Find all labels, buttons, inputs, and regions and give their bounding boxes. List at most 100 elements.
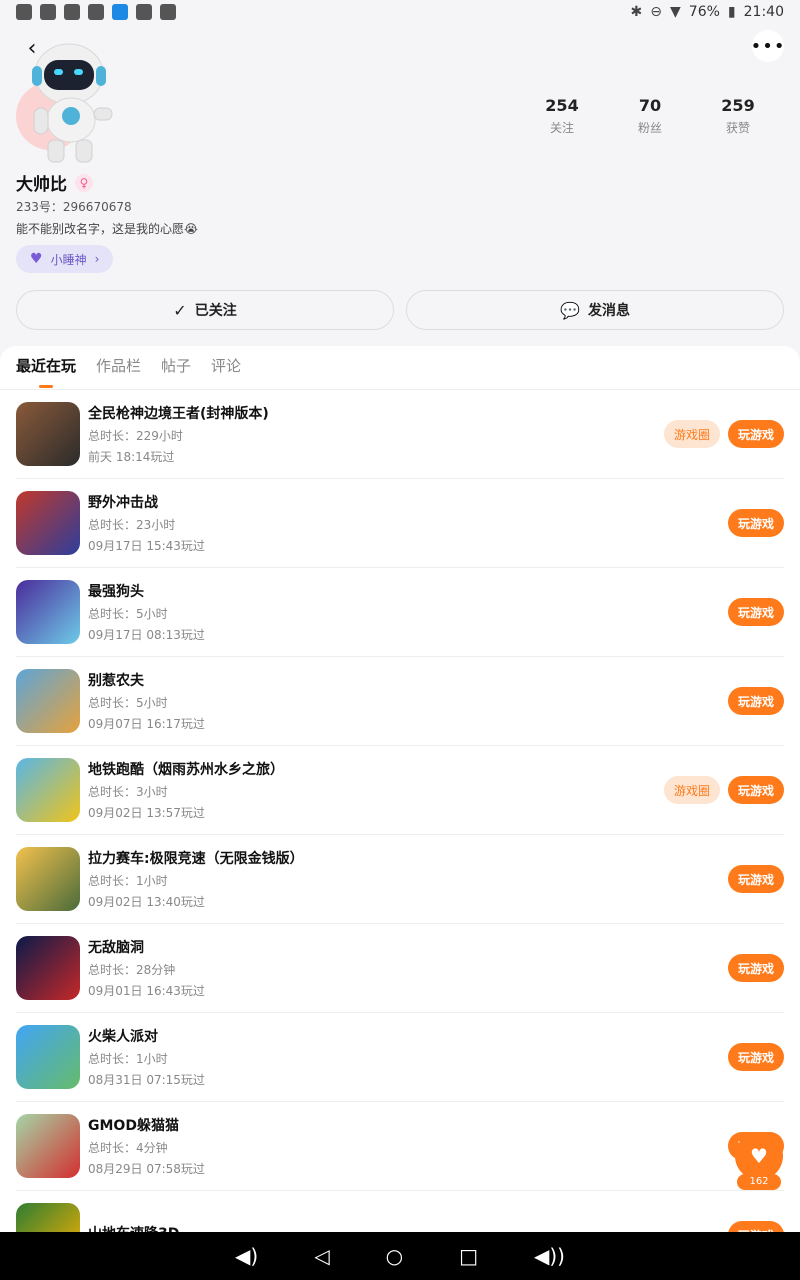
game-icon[interactable]: [16, 1203, 80, 1232]
game-title: 最强狗头: [88, 584, 144, 600]
game-row[interactable]: 山地车速降3D 玩游戏: [16, 1191, 784, 1232]
play-game-button[interactable]: 玩游戏: [727, 1043, 784, 1071]
game-icon[interactable]: [16, 402, 80, 466]
game-icon[interactable]: [16, 1114, 80, 1178]
game-row[interactable]: 最强狗头 总时长：5小时 09月17日 08:13玩过 玩游戏: [16, 568, 784, 657]
play-game-button[interactable]: 玩游戏: [727, 1221, 784, 1232]
home-nav-icon[interactable]: ○: [386, 1244, 403, 1268]
volume-down-icon[interactable]: ◀): [235, 1244, 258, 1268]
play-game-button[interactable]: 玩游戏: [727, 865, 784, 893]
dnd-icon: ⊖: [650, 4, 663, 20]
game-last-played: 09月07日 16:17玩过: [88, 717, 205, 731]
stat-likes[interactable]: 259 获赞: [716, 96, 760, 136]
bluetooth-icon: ✱: [630, 4, 643, 20]
title-badge[interactable]: ♥ 小睡神 ›: [16, 245, 114, 273]
app-notification-icon: [16, 4, 32, 20]
clock: 21:40: [743, 4, 784, 20]
message-button[interactable]: 💬 发消息: [406, 290, 784, 330]
game-info: 全民枪神边境王者(封神版本) 总时长：229小时 前天 18:14玩过: [88, 403, 664, 465]
play-game-button[interactable]: 玩游戏: [727, 776, 784, 804]
game-info: 山地车速降3D: [88, 1223, 728, 1232]
tab-posts[interactable]: 帖子: [161, 355, 191, 380]
volume-up-icon[interactable]: ◀)): [534, 1244, 565, 1268]
message-label: 发消息: [587, 303, 630, 319]
game-row[interactable]: GMOD躲猫猫 总时长：4分钟 08月29日 07:58玩过 玩游戏: [16, 1102, 784, 1191]
game-duration: 总时长：23小时: [88, 518, 176, 532]
stat-label: 获赞: [725, 121, 750, 135]
game-circle-button[interactable]: 游戏圈: [663, 776, 720, 804]
follow-button[interactable]: ✓ 已关注: [16, 290, 394, 330]
recents-nav-icon[interactable]: □: [459, 1244, 478, 1268]
chevron-left-icon: ‹: [27, 35, 37, 61]
play-game-button[interactable]: 玩游戏: [727, 509, 784, 537]
game-title: 别惹农夫: [88, 673, 144, 689]
game-info: GMOD躲猫猫 总时长：4分钟 08月29日 07:58玩过: [88, 1115, 728, 1177]
play-game-button[interactable]: 玩游戏: [727, 687, 784, 715]
nickname-row: 大帅比 ♀: [16, 170, 93, 195]
chevron-right-icon: ›: [94, 252, 100, 266]
game-icon[interactable]: [16, 491, 80, 555]
game-row[interactable]: 别惹农夫 总时长：5小时 09月07日 16:17玩过 玩游戏: [16, 657, 784, 746]
profile-stats: 254 关注 70 粉丝 259 获赞: [540, 96, 760, 136]
game-duration: 总时长：5小时: [88, 696, 168, 710]
game-duration: 总时长：1小时: [88, 1052, 168, 1066]
like-fab[interactable]: ♥ 162: [734, 1132, 784, 1194]
game-circle-button[interactable]: 游戏圈: [663, 420, 720, 448]
status-bar: ✱ ⊖ ▼ 76% ▮ 21:40: [0, 0, 800, 24]
game-last-played: 09月17日 08:13玩过: [88, 628, 205, 642]
game-actions: 玩游戏: [727, 598, 784, 626]
activity-icon: [136, 4, 152, 20]
game-row[interactable]: 野外冲击战 总时长：23小时 09月17日 15:43玩过 玩游戏: [16, 479, 784, 568]
game-last-played: 09月01日 16:43玩过: [88, 984, 205, 998]
tab-works[interactable]: 作品栏: [96, 355, 141, 380]
chat-icon: 💬: [560, 300, 580, 320]
game-duration: 总时长：1小时: [88, 874, 168, 888]
game-last-played: 08月29日 07:58玩过: [88, 1162, 205, 1176]
game-last-played: 09月02日 13:57玩过: [88, 806, 205, 820]
wifi-icon: ▼: [670, 4, 681, 20]
game-info: 别惹农夫 总时长：5小时 09月07日 16:17玩过: [88, 670, 728, 732]
game-icon[interactable]: [16, 758, 80, 822]
game-row[interactable]: 火柴人派对 总时长：1小时 08月31日 07:15玩过 玩游戏: [16, 1013, 784, 1102]
stat-following[interactable]: 254 关注: [540, 96, 584, 136]
female-icon: ♀: [75, 173, 93, 192]
play-game-button[interactable]: 玩游戏: [727, 954, 784, 982]
game-actions: 玩游戏: [727, 954, 784, 982]
more-button[interactable]: •••: [751, 30, 784, 62]
heart-icon: ♥: [30, 251, 43, 267]
game-info: 火柴人派对 总时长：1小时 08月31日 07:15玩过: [88, 1026, 728, 1088]
game-icon[interactable]: [16, 580, 80, 644]
game-row[interactable]: 全民枪神边境王者(封神版本) 总时长：229小时 前天 18:14玩过 游戏圈玩…: [16, 390, 784, 479]
back-nav-icon[interactable]: ◁: [314, 1244, 329, 1268]
game-row[interactable]: 无敌脑洞 总时长：28分钟 09月01日 16:43玩过 玩游戏: [16, 924, 784, 1013]
game-icon[interactable]: [16, 1025, 80, 1089]
play-game-button[interactable]: 玩游戏: [727, 598, 784, 626]
game-duration: 总时长：229小时: [88, 429, 183, 443]
back-button[interactable]: ‹: [16, 32, 48, 64]
game-row[interactable]: 拉力赛车:极限竞速（无限金钱版） 总时长：1小时 09月02日 13:40玩过 …: [16, 835, 784, 924]
game-last-played: 前天 18:14玩过: [88, 450, 175, 464]
game-actions: 玩游戏: [727, 509, 784, 537]
follow-label: 已关注: [194, 303, 237, 319]
stat-label: 粉丝: [637, 121, 662, 135]
tab-comments[interactable]: 评论: [211, 355, 241, 380]
game-info: 无敌脑洞 总时长：28分钟 09月01日 16:43玩过: [88, 937, 728, 999]
system-nav-bar: ◀) ◁ ○ □ ◀)): [0, 1232, 800, 1280]
stat-number: 254: [545, 96, 579, 115]
check-icon: ✓: [173, 300, 187, 320]
game-info: 地铁跑酷（烟雨苏州水乡之旅） 总时长：3小时 09月02日 13:57玩过: [88, 759, 664, 821]
game-actions: 玩游戏: [727, 1043, 784, 1071]
stat-followers[interactable]: 70 粉丝: [628, 96, 672, 136]
game-duration: 总时长：3小时: [88, 785, 168, 799]
play-game-button[interactable]: 玩游戏: [727, 420, 784, 448]
game-icon[interactable]: [16, 847, 80, 911]
game-title: 拉力赛车:极限竞速（无限金钱版）: [88, 851, 304, 867]
game-icon[interactable]: [16, 669, 80, 733]
game-row[interactable]: 地铁跑酷（烟雨苏州水乡之旅） 总时长：3小时 09月02日 13:57玩过 游戏…: [16, 746, 784, 835]
app-notification-icon: [88, 4, 104, 20]
stat-number: 70: [638, 96, 662, 115]
game-actions: 玩游戏: [727, 687, 784, 715]
game-duration: 总时长：5小时: [88, 607, 168, 621]
tab-recent-games[interactable]: 最近在玩: [16, 355, 76, 380]
game-icon[interactable]: [16, 936, 80, 1000]
